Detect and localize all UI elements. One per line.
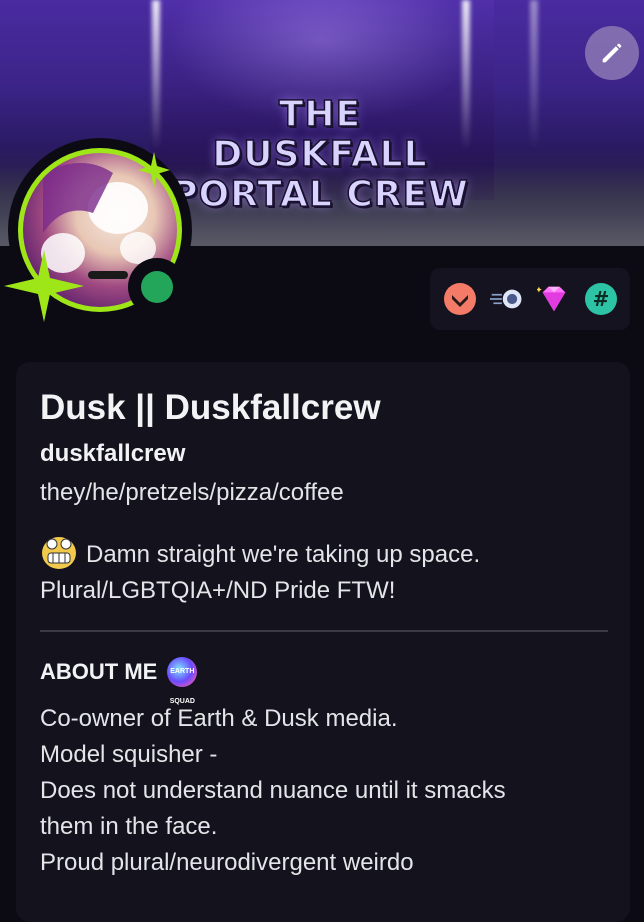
about-me-title: ABOUT ME [40, 659, 158, 684]
about-line: them in the face. [40, 813, 218, 840]
status-text-line: Plural/LGBTQIA+/ND Pride FTW! [40, 577, 396, 604]
sparkle-icon [138, 152, 170, 188]
status-text-line: Damn straight we're taking up space. [86, 541, 481, 568]
light-beam [152, 0, 160, 150]
about-line: Co-owner of Earth & Dusk media. [40, 705, 398, 732]
divider [40, 630, 608, 632]
banner-title: THE DUSKFALL PORTAL CREW [170, 94, 470, 216]
banner-title-line: THE DUSKFALL [212, 94, 428, 176]
about-line: Model squisher - [40, 741, 218, 768]
about-me-text: Co-owner of Earth & Dusk media. Model sq… [40, 701, 620, 881]
display-name: Dusk || Duskfallcrew [40, 388, 381, 427]
sparkle-icon [4, 250, 84, 322]
banner-title-line: PORTAL CREW [170, 174, 469, 216]
speed-orb-icon[interactable] [489, 282, 524, 316]
about-line: Does not understand nuance until it smac… [40, 777, 506, 804]
earth-squad-icon: EARTH SQUAD [167, 657, 198, 705]
hashtag-text: # [592, 287, 609, 311]
hypesquad-brilliance-icon[interactable] [443, 282, 477, 316]
edit-profile-button[interactable] [585, 26, 639, 80]
hashtag-icon[interactable]: # [584, 282, 618, 316]
online-status-indicator [141, 271, 173, 303]
pronouns: they/he/pretzels/pizza/coffee [40, 479, 344, 506]
about-line: Proud plural/neurodivergent weirdo [40, 849, 414, 876]
light-beam [530, 0, 538, 150]
custom-status: Damn straight we're taking up space. Plu… [40, 534, 600, 609]
gem-icon[interactable] [536, 282, 571, 316]
pencil-icon [602, 43, 622, 63]
badge-list: # [430, 268, 630, 330]
grimace-emoji-icon [42, 537, 76, 569]
about-me-heading: ABOUT ME EARTH SQUAD [40, 657, 198, 705]
username[interactable]: duskfallcrew [40, 440, 185, 468]
